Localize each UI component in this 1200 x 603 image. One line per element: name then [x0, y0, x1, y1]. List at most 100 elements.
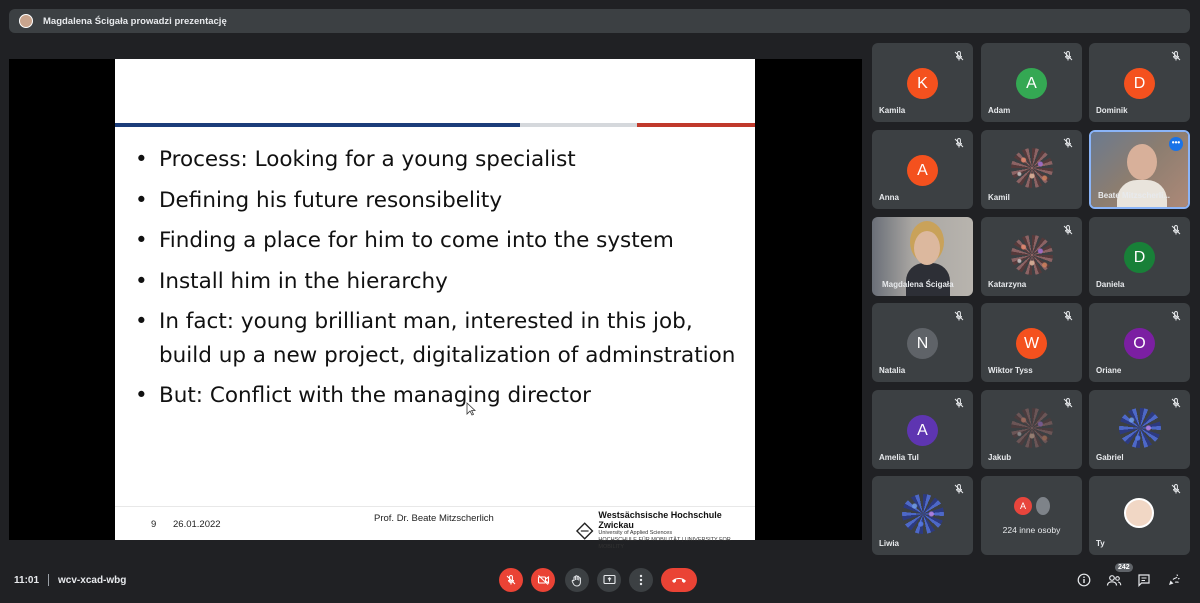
- presenting-banner: Magdalena Ścigała prowadzi prezentację: [9, 9, 1190, 33]
- participant-tile[interactable]: A Adam: [981, 43, 1082, 122]
- raise-hand-button[interactable]: [565, 568, 589, 592]
- participant-name: Gabriel: [1096, 453, 1124, 462]
- university-name: Westsächsische Hochschule Zwickau: [598, 510, 722, 530]
- chat-button[interactable]: [1134, 570, 1154, 590]
- mic-toggle-button[interactable]: [499, 568, 523, 592]
- participant-avatar: A: [907, 415, 938, 446]
- participant-avatar: [1124, 498, 1154, 528]
- more-vert-icon: [639, 574, 643, 586]
- mic-off-icon: [954, 50, 964, 61]
- people-icon: [1106, 574, 1122, 586]
- mic-off-icon: [1063, 224, 1073, 235]
- participant-name: Beate Mitzscherli...: [1098, 191, 1171, 200]
- university-logo: Westsächsische Hochschule Zwickau Univer…: [575, 510, 755, 551]
- participant-avatar: A: [1016, 68, 1047, 99]
- participant-tile[interactable]: O Oriane: [1089, 303, 1190, 382]
- participant-avatar: N: [907, 328, 938, 359]
- meeting-details-button[interactable]: [1074, 570, 1094, 590]
- mic-off-icon: [954, 397, 964, 408]
- bullet-item: In fact: young brilliant man, interested…: [135, 305, 745, 372]
- participant-name: Katarzyna: [988, 280, 1027, 289]
- bullet-item: Install him in the hierarchy: [135, 265, 745, 299]
- participant-tile[interactable]: Kamil: [981, 130, 1082, 209]
- university-sub1: University of Applied Sciences: [598, 530, 673, 536]
- hang-up-icon: [672, 578, 686, 583]
- bullet-item: But: Conflict with the managing director: [135, 379, 745, 413]
- participant-tile[interactable]: K Kamila: [872, 43, 973, 122]
- mouse-cursor-icon: [466, 402, 476, 416]
- presenter-avatar: [19, 14, 33, 28]
- participant-name: Jakub: [988, 453, 1012, 462]
- activities-button[interactable]: [1164, 570, 1184, 590]
- participant-name: Kamil: [988, 193, 1010, 202]
- present-screen-icon: [602, 574, 616, 585]
- participant-tile[interactable]: Katarzyna: [981, 217, 1082, 296]
- participant-tile[interactable]: Jakub: [981, 390, 1082, 469]
- info-icon: [1077, 573, 1091, 587]
- people-button[interactable]: [1104, 570, 1124, 590]
- self-tile[interactable]: Ty: [1089, 476, 1190, 555]
- mic-off-icon: [954, 483, 964, 494]
- participant-avatar: O: [1124, 328, 1155, 359]
- slide-footer: 9 26.01.2022 Prof. Dr. Beate Mitzscherli…: [115, 506, 755, 550]
- clock: 11:01: [14, 574, 40, 586]
- camera-toggle-button[interactable]: [531, 568, 555, 592]
- people-count-badge: 242: [1115, 563, 1133, 572]
- meeting-info: 11:01 wcv-xcad-wbg: [14, 574, 126, 586]
- slide-page-number: 9: [151, 519, 157, 530]
- participant-name: Wiktor Tyss: [988, 366, 1033, 375]
- participant-photo: [902, 494, 944, 534]
- mic-off-icon: [1171, 50, 1181, 61]
- university-sub2: HOCHSCHULE FÜR MOBILITÄT | UNIVERSITY FO…: [598, 537, 731, 550]
- presentation-stage: Process: Looking for a young specialist …: [9, 59, 862, 550]
- more-options-icon[interactable]: •••: [1169, 137, 1183, 151]
- participant-tile[interactable]: D Dominik: [1089, 43, 1190, 122]
- slide-stripes: [115, 123, 755, 127]
- present-button[interactable]: [597, 568, 621, 592]
- participant-tile[interactable]: N Natalia: [872, 303, 973, 382]
- leave-call-button[interactable]: [661, 568, 697, 592]
- mic-off-icon: [1063, 397, 1073, 408]
- slide-bullets: Process: Looking for a young specialist …: [135, 143, 745, 420]
- mic-off-icon: [1171, 310, 1181, 321]
- mic-off-icon: [954, 137, 964, 148]
- participant-photo: [1011, 148, 1053, 188]
- participant-tile[interactable]: A Anna: [872, 130, 973, 209]
- participant-name: Natalia: [879, 366, 906, 375]
- hand-icon: [571, 574, 581, 587]
- participant-name: Liwia: [879, 539, 900, 548]
- participant-tile[interactable]: D Daniela: [1089, 217, 1190, 296]
- participant-avatar: W: [1016, 328, 1047, 359]
- chat-icon: [1138, 574, 1150, 587]
- mic-off-icon: [1171, 483, 1181, 494]
- participant-avatar: D: [1124, 68, 1155, 99]
- participant-name: Magdalena Ścigała: [882, 280, 954, 289]
- meeting-code: wcv-xcad-wbg: [58, 574, 127, 586]
- other-participants-tile[interactable]: A 224 inne osoby: [981, 476, 1082, 555]
- mic-off-icon: [1171, 397, 1181, 408]
- participant-avatar: [1036, 497, 1050, 515]
- participant-tile[interactable]: Gabriel: [1089, 390, 1190, 469]
- participant-name: Oriane: [1096, 366, 1122, 375]
- other-participants-label: 224 inne osoby: [1002, 525, 1061, 535]
- participant-photo: [1119, 408, 1161, 448]
- participant-name: Daniela: [1096, 280, 1125, 289]
- participant-tile[interactable]: A Amelia Tul: [872, 390, 973, 469]
- slide-author: Prof. Dr. Beate Mitzscherlich: [374, 513, 494, 524]
- participant-photo: [1011, 408, 1053, 448]
- mic-off-icon: [1171, 224, 1181, 235]
- participant-avatar: D: [1124, 242, 1155, 273]
- more-options-button[interactable]: [629, 568, 653, 592]
- participant-name: Dominik: [1096, 106, 1128, 115]
- participant-tile[interactable]: W Wiktor Tyss: [981, 303, 1082, 382]
- participant-tile-video[interactable]: ••• Beate Mitzscherli...: [1089, 130, 1190, 209]
- camera-off-icon: [537, 575, 549, 585]
- bullet-item: Process: Looking for a young specialist: [135, 143, 745, 177]
- slide: Process: Looking for a young specialist …: [115, 59, 755, 550]
- participant-tile[interactable]: Liwia: [872, 476, 973, 555]
- participant-name: Anna: [879, 193, 899, 202]
- participant-avatar: A: [907, 155, 938, 186]
- participant-name: Kamila: [879, 106, 906, 115]
- participant-tile-video[interactable]: Magdalena Ścigała: [872, 217, 973, 296]
- slide-date: 26.01.2022: [173, 519, 221, 530]
